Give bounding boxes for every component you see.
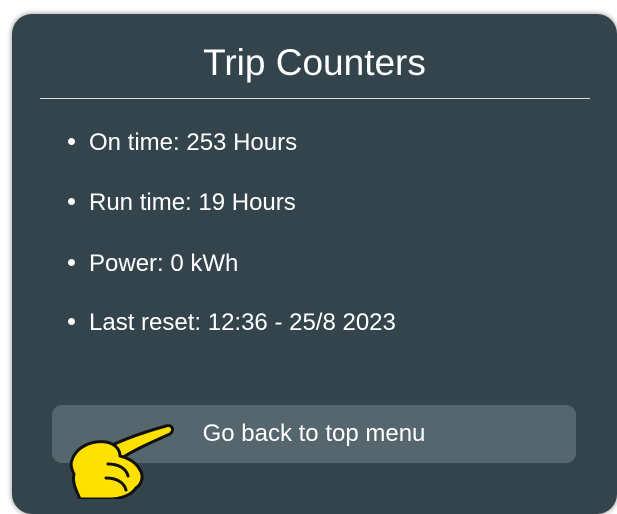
bullet-icon xyxy=(68,318,75,326)
bullet-icon xyxy=(68,138,75,146)
bullet-icon xyxy=(68,198,75,206)
panel-title: Trip Counters xyxy=(203,42,426,83)
bullet-icon xyxy=(68,259,75,267)
stat-power-text: Power: 0 kWh xyxy=(89,250,239,277)
pointing-hand-icon xyxy=(69,424,175,499)
title-divider xyxy=(40,98,590,99)
stat-on-time: On time: 253 Hours xyxy=(68,128,297,158)
stat-last-reset: Last reset: 12:36 - 25/8 2023 xyxy=(68,308,396,338)
stat-last-reset-text: Last reset: 12:36 - 25/8 2023 xyxy=(89,309,396,336)
stat-power: Power: 0 kWh xyxy=(68,249,238,279)
stat-on-time-text: On time: 253 Hours xyxy=(89,129,298,156)
stat-run-time: Run time: 19 Hours xyxy=(68,188,296,218)
stat-run-time-text: Run time: 19 Hours xyxy=(89,189,296,216)
